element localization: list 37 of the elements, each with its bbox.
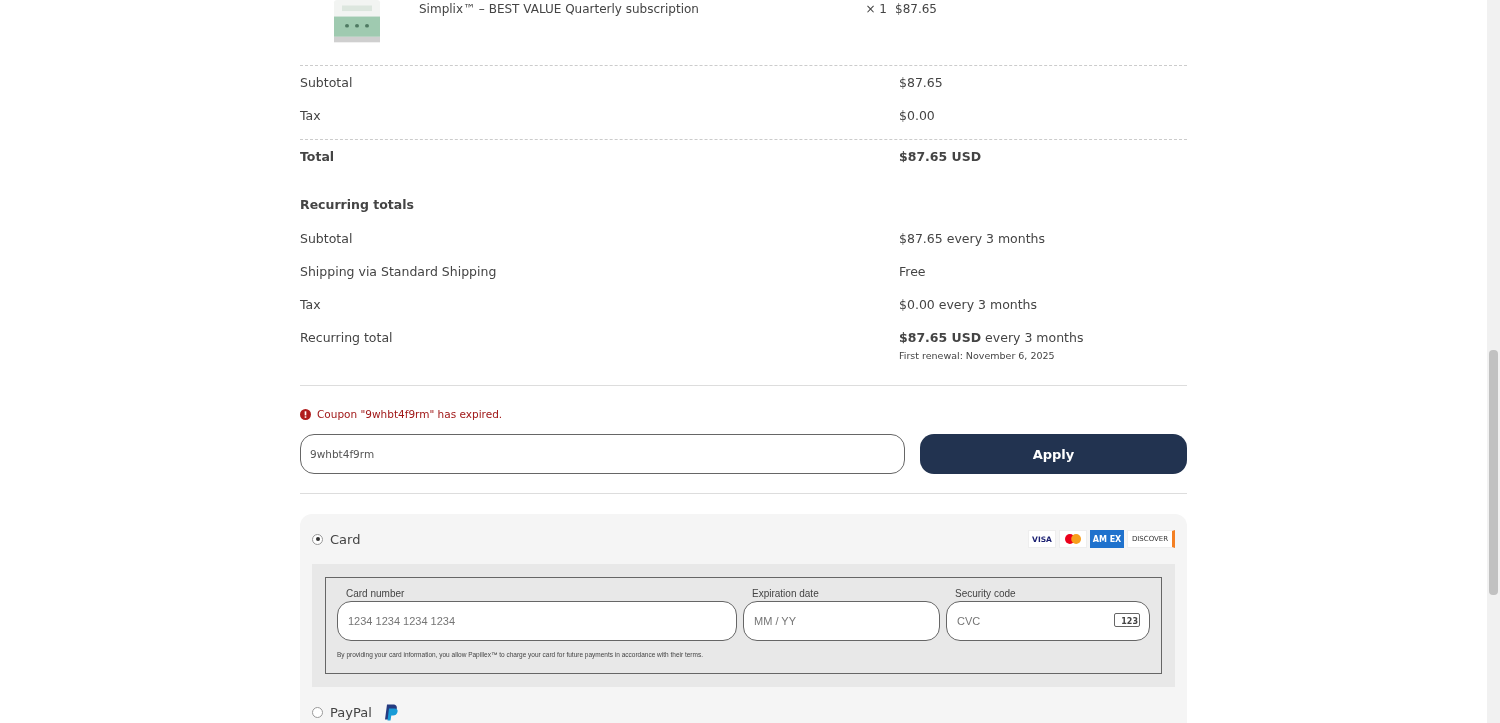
field-label: Security code bbox=[955, 588, 1017, 599]
amex-logo: AM EX bbox=[1090, 530, 1124, 548]
radio-button[interactable] bbox=[312, 706, 323, 718]
coupon-field[interactable]: 9whbt4f9rm bbox=[300, 434, 905, 474]
radio-button[interactable] bbox=[312, 533, 323, 545]
total-label: Shipping via Standard Shipping bbox=[300, 264, 498, 279]
field-label: Card number bbox=[346, 588, 406, 599]
total-value: $0.00 bbox=[899, 108, 936, 123]
payment-method-label[interactable]: Card bbox=[330, 531, 361, 547]
total-label: Total bbox=[300, 149, 336, 164]
total-label: Tax bbox=[300, 108, 322, 123]
total-value: Free bbox=[899, 264, 926, 279]
card-icon: 123 bbox=[1114, 613, 1140, 627]
error-message: Coupon "9whbt4f9rm" has expired. bbox=[317, 408, 503, 420]
input-field[interactable]: 1234 1234 1234 1234 bbox=[337, 601, 737, 641]
error-icon bbox=[300, 408, 311, 420]
total-value: $87.65 bbox=[899, 75, 944, 90]
total-value: $0.00 every 3 months bbox=[899, 297, 1038, 312]
apply-button[interactable]: Apply bbox=[920, 434, 1187, 474]
total-value: $87.65 USD every 3 months bbox=[899, 330, 1084, 345]
scrollbar[interactable] bbox=[1487, 0, 1500, 723]
price: $87.65 bbox=[895, 2, 937, 16]
total-value: $87.65 USD bbox=[899, 149, 983, 164]
paypal-icon bbox=[383, 703, 398, 721]
total-label: Recurring total bbox=[300, 330, 394, 345]
field-label: Expiration date bbox=[752, 588, 820, 599]
section-heading: Recurring totals bbox=[300, 197, 415, 214]
total-label: Subtotal bbox=[300, 231, 354, 246]
input-field[interactable]: MM / YY bbox=[743, 601, 940, 641]
circles-logo bbox=[1059, 530, 1087, 548]
renewal-note: First renewal: November 6, 2025 bbox=[899, 350, 1056, 361]
product-name: Simplix™ – BEST VALUE Quarterly subscription bbox=[419, 2, 700, 16]
quantity: × 1 bbox=[865, 2, 887, 16]
total-value: $87.65 every 3 months bbox=[899, 231, 1045, 246]
total-label: Tax bbox=[300, 297, 322, 312]
payment-method-label[interactable]: PayPal bbox=[330, 704, 372, 720]
total-label: Subtotal bbox=[300, 75, 354, 90]
